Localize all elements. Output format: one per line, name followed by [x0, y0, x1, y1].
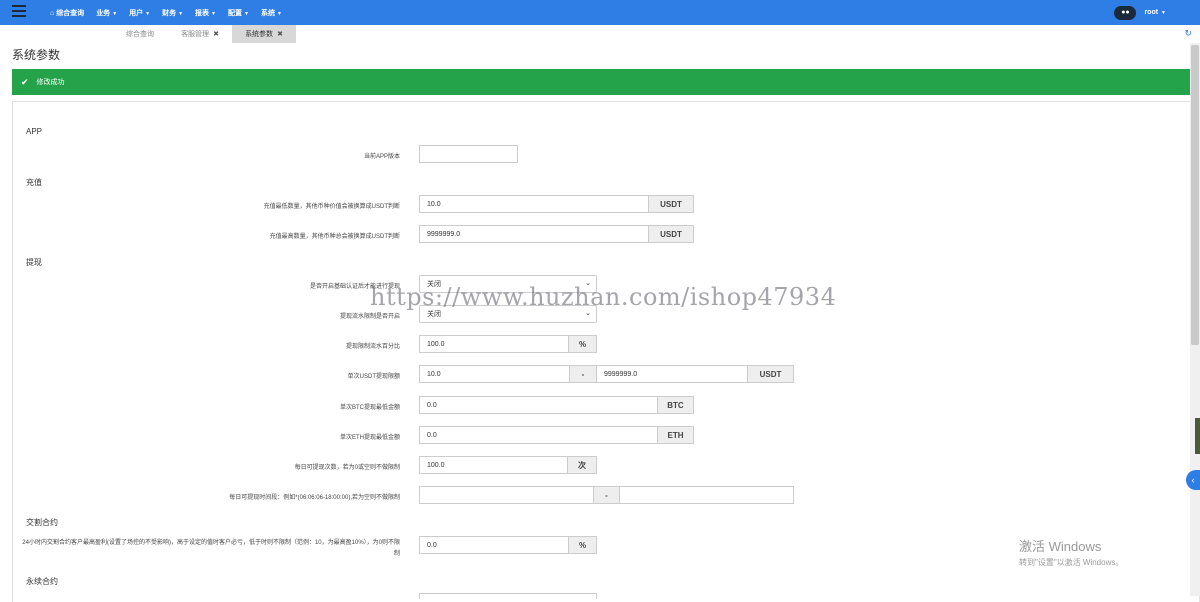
- withdraw-time-end-input[interactable]: [619, 486, 794, 504]
- nav-item-reports[interactable]: 报表 ▼: [195, 8, 216, 18]
- recharge-min-unit: USDT: [648, 195, 694, 213]
- windows-activation-notice: 激活 Windows 转到"设置"以激活 Windows。: [1019, 536, 1123, 568]
- withdraw-time-label: 每日可提现时间段：例如*(06:06:06-18:00:00),若为空则不做限制: [229, 495, 400, 501]
- recharge-max-label: 充值最高数量，其他币种总会被换算成USDT判断: [269, 234, 400, 240]
- withdraw-flow-label: 提现流水限制是否开启: [339, 314, 400, 320]
- chevron-down-icon: ▼: [112, 10, 118, 17]
- page-title: 系统参数: [12, 48, 61, 62]
- tab-bar: 综合查询 客服管理 ✖ 系统参数 ✖: [0, 25, 1200, 43]
- section-delivery: 交割合约: [26, 518, 58, 527]
- chevron-down-icon: ▼: [211, 10, 216, 17]
- side-widget[interactable]: [1195, 418, 1200, 454]
- section-app: APP: [26, 127, 43, 136]
- withdraw-time-start-input[interactable]: [419, 486, 594, 504]
- section-perpetual: 永续合约: [26, 577, 58, 586]
- top-navbar: ⌂ 综合查询 业务 ▼ 用户 ▼ 财务 ▼ 报表 ▼ 配置 ▼ 系统 ▼ ●● root ▼: [0, 0, 1200, 25]
- user-menu[interactable]: ●● root ▼: [1114, 5, 1166, 20]
- chevron-down-icon: ⌄: [585, 310, 591, 317]
- windows-activation-hint: 转到"设置"以激活 Windows。: [1019, 558, 1124, 567]
- menu-icon[interactable]: [12, 5, 26, 19]
- recharge-max-unit: USDT: [648, 225, 694, 243]
- withdraw-usdt-min-input[interactable]: 10.0: [419, 365, 570, 383]
- section-withdraw: 提现: [26, 258, 42, 267]
- chevron-down-icon: ⌄: [585, 280, 591, 287]
- withdraw-kyc-select[interactable]: 关闭 ⌄: [419, 275, 597, 293]
- withdraw-usdt-max-input[interactable]: 9999999.0: [596, 365, 748, 383]
- withdraw-flow-pct-input[interactable]: 100.0: [419, 335, 569, 353]
- close-icon[interactable]: ✖: [213, 30, 219, 38]
- withdraw-usdt-unit: USDT: [747, 365, 794, 383]
- withdraw-kyc-label: 是否开启基础认证后才能进行提现: [309, 284, 400, 290]
- check-icon: ✔: [21, 76, 29, 87]
- chevron-left-icon[interactable]: ‹: [1186, 470, 1200, 490]
- nav-item-system[interactable]: 系统 ▼: [261, 8, 282, 18]
- tab-overview[interactable]: 综合查询: [112, 25, 168, 43]
- nav-item-home[interactable]: ⌂ 综合查询: [50, 8, 84, 18]
- withdraw-btc-label: 单次BTC提现最低金额: [339, 405, 400, 411]
- withdraw-eth-label: 单次ETH提现最低金额: [339, 435, 400, 441]
- section-recharge: 充值: [26, 178, 42, 187]
- withdraw-btc-input[interactable]: 0.0: [419, 396, 658, 414]
- withdraw-usdt-label: 单次USDT提现限额: [347, 374, 400, 380]
- withdraw-times-input[interactable]: 100.0: [419, 456, 568, 474]
- recharge-min-input[interactable]: 10.0: [419, 195, 649, 213]
- chevron-down-icon: ▼: [276, 10, 282, 17]
- tab-system-params[interactable]: 系统参数 ✖: [232, 25, 296, 43]
- main-nav: ⌂ 综合查询 业务 ▼ 用户 ▼ 财务 ▼ 报表 ▼ 配置 ▼ 系统 ▼: [50, 0, 294, 25]
- withdraw-flow-pct-unit: %: [568, 335, 597, 353]
- close-icon[interactable]: ✖: [277, 30, 283, 38]
- recharge-min-label: 充值最低数量，其他币种价值会被换算成USDT判断: [263, 204, 400, 210]
- windows-activation-title: 激活 Windows: [1019, 539, 1102, 554]
- app-version-label: 当前APP版本: [363, 154, 400, 160]
- success-alert: ✔ 修改成功: [12, 69, 1198, 95]
- alert-text: 修改成功: [36, 79, 65, 86]
- withdraw-time-separator: -: [593, 486, 620, 504]
- tab-customer-service[interactable]: 客服管理 ✖: [168, 25, 232, 43]
- scrollbar-thumb[interactable]: [1191, 45, 1199, 345]
- nav-item-finance[interactable]: 财务 ▼: [162, 8, 183, 18]
- withdraw-flow-select[interactable]: 关闭 ⌄: [419, 305, 597, 323]
- delivery-profit-label: 24小时内交割合约客户最高盈利(设置了场控的不受影响)，高于设定的值时客户必亏，…: [22, 540, 400, 557]
- chevron-down-icon: ▼: [145, 10, 151, 17]
- withdraw-eth-unit: ETH: [657, 426, 694, 444]
- delivery-profit-input[interactable]: 0.0: [419, 536, 569, 554]
- chevron-down-icon: ▼: [1161, 9, 1166, 16]
- withdraw-usdt-separator: -: [569, 365, 597, 383]
- chevron-down-icon: ▼: [178, 10, 184, 17]
- refresh-icon[interactable]: ↻: [1184, 28, 1192, 39]
- perpetual-field-partial[interactable]: [419, 593, 597, 599]
- chevron-down-icon: ▼: [244, 10, 249, 17]
- chat-icon[interactable]: ●●: [1114, 5, 1137, 20]
- nav-item-config[interactable]: 配置 ▼: [228, 8, 249, 18]
- withdraw-times-unit: 次: [567, 456, 597, 474]
- withdraw-flow-pct-label: 提现限制流水百分比: [345, 344, 400, 350]
- settings-panel: [12, 101, 1200, 602]
- nav-item-users[interactable]: 用户 ▼: [129, 8, 150, 18]
- user-name: root: [1144, 9, 1159, 16]
- recharge-max-input[interactable]: 9999999.0: [419, 225, 649, 243]
- withdraw-btc-unit: BTC: [657, 396, 694, 414]
- withdraw-times-label: 每日可提现次数，若为0或空则不做限制: [294, 465, 400, 471]
- nav-item-business[interactable]: 业务 ▼: [96, 8, 117, 18]
- app-version-input[interactable]: [419, 145, 518, 163]
- withdraw-eth-input[interactable]: 0.0: [419, 426, 658, 444]
- delivery-profit-unit: %: [568, 536, 597, 554]
